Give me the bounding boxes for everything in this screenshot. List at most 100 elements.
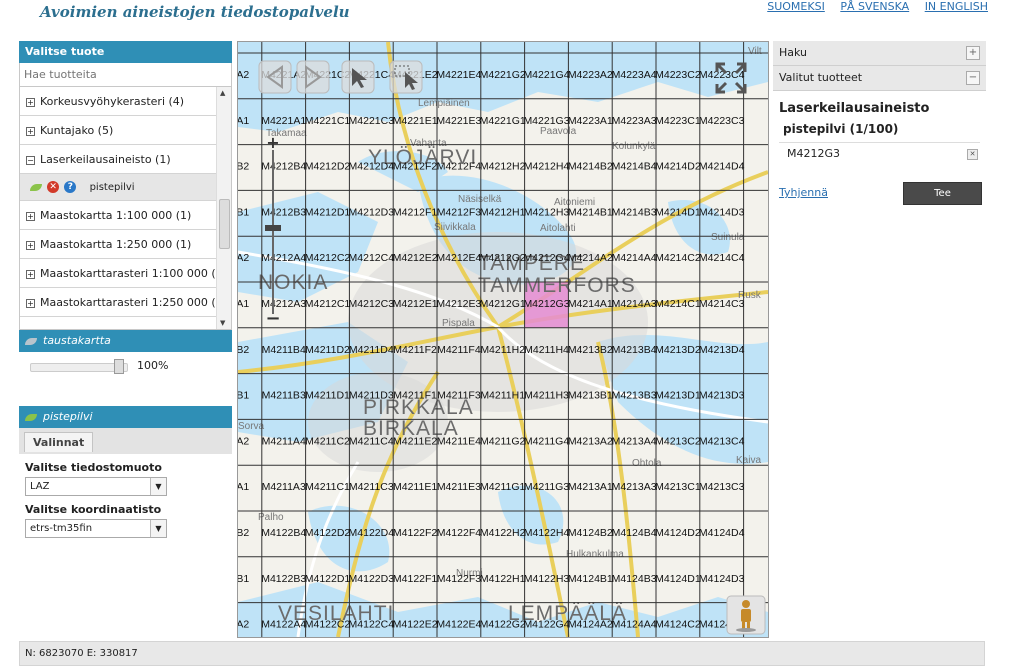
- map-tile-label: M4211E3: [437, 481, 481, 493]
- map-tile-label: M4122A4: [261, 619, 306, 631]
- map-tile-label: M4212F3: [437, 206, 482, 218]
- selected-products-header[interactable]: Valitut tuotteet −: [773, 66, 986, 91]
- background-map-header[interactable]: taustakartta: [19, 330, 232, 352]
- map-canvas[interactable]: YLÖJÄRVINOKIATAMPERETAMMERFORSPIRKKALABI…: [238, 42, 768, 637]
- map-tile-label: M4211E2: [393, 435, 437, 447]
- map-tile-label: M4211C4: [349, 435, 394, 447]
- product-search-box: [19, 63, 232, 87]
- map-tile-label: M4213A2: [568, 435, 613, 447]
- product-item-laserkeilausaineisto[interactable]: − Laserkeilausaineisto (1): [20, 145, 216, 174]
- map-tile-label: M4214C4: [699, 252, 745, 264]
- chevron-down-icon[interactable]: ▼: [150, 478, 166, 495]
- scroll-up-icon[interactable]: ▲: [220, 89, 225, 97]
- pointcloud-header[interactable]: pistepilvi: [19, 406, 232, 428]
- scroll-down-icon[interactable]: ▼: [220, 319, 225, 327]
- opacity-slider-handle[interactable]: [114, 359, 124, 374]
- leaf-icon: [30, 183, 42, 191]
- expand-icon[interactable]: +: [26, 211, 35, 221]
- map-tile-label: M4211D2: [305, 344, 350, 356]
- map-tile-label: M4223A2: [568, 69, 613, 81]
- layer-icon: [25, 337, 37, 345]
- map-tile-label: M4211D1: [305, 390, 350, 402]
- map-tile-label: M4212F1: [393, 206, 438, 218]
- expand-icon[interactable]: +: [26, 298, 35, 308]
- expand-icon[interactable]: +: [26, 126, 35, 136]
- expand-icon[interactable]: +: [26, 97, 35, 107]
- map-tile-label: M4122C2: [305, 619, 351, 631]
- map-tile-label: M4122D3: [349, 573, 395, 585]
- lang-english-link[interactable]: IN ENGLISH: [925, 0, 988, 13]
- chevron-down-icon[interactable]: ▼: [150, 520, 166, 537]
- map-tile-label: M4213B2: [568, 344, 613, 356]
- clear-selection-link[interactable]: Tyhjennä: [779, 186, 828, 199]
- map-tile-label: M4214D1: [655, 206, 701, 218]
- map-tile-label: M4211F2: [393, 344, 437, 356]
- map-tile-label: M4213D1: [655, 390, 701, 402]
- product-item-maastokarttarasteri-100k[interactable]: + Maastokarttarasteri 1:100 000 (1): [20, 259, 227, 288]
- expand-icon[interactable]: +: [26, 269, 35, 279]
- map-small-label: Suinula: [711, 232, 745, 243]
- map-tile-label: M4122F1: [393, 573, 438, 585]
- map-tile-label: M4122B3: [261, 573, 306, 585]
- map-tile-label: M4213D3: [699, 390, 745, 402]
- cursor-coordinates: N: 6823070 E: 330817: [25, 648, 138, 659]
- product-list-scrollbar[interactable]: ▲ ▼: [216, 87, 231, 329]
- selected-product-title: Laserkeilausaineisto: [779, 101, 930, 116]
- history-forward-icon[interactable]: [296, 60, 330, 94]
- collapse-icon[interactable]: −: [966, 71, 980, 85]
- crs-select[interactable]: etrs-tm35fin ▼: [25, 519, 167, 538]
- map-view[interactable]: YLÖJÄRVI NOKIA TAMPERE TAMMERFORS PIRKKALA BI…: [237, 41, 769, 638]
- expand-icon[interactable]: +: [26, 240, 35, 250]
- order-download-button[interactable]: Tee lataustilaus: [903, 182, 982, 220]
- search-section-header[interactable]: Haku +: [773, 41, 986, 66]
- help-icon[interactable]: ?: [64, 181, 77, 193]
- selected-tile-row: M4212G3 ✕: [779, 142, 980, 165]
- street-view-icon[interactable]: [726, 595, 766, 635]
- subitem-pistepilvi[interactable]: ✕ ? pistepilvi: [20, 174, 216, 201]
- map-tile-label: M4214A2: [568, 252, 613, 264]
- svg-text:+: +: [266, 136, 279, 152]
- tab-valinnat[interactable]: Valinnat: [24, 432, 94, 452]
- map-tile-label: M4223A4: [612, 69, 657, 81]
- remove-icon[interactable]: ✕: [967, 149, 978, 160]
- map-tile-label: M4212D1: [305, 206, 351, 218]
- map-tile-label: M4212F4: [437, 161, 482, 173]
- scroll-thumb[interactable]: [219, 199, 230, 249]
- remove-icon[interactable]: ✕: [47, 181, 60, 193]
- product-item-maastokartta-100k[interactable]: + Maastokartta 1:100 000 (1): [20, 201, 216, 230]
- expand-icon[interactable]: +: [966, 46, 980, 60]
- map-tile-label: M4211H1: [480, 390, 525, 402]
- map-tile-label: M4223C1: [655, 115, 701, 127]
- format-select[interactable]: LAZ ▼: [25, 477, 167, 496]
- area-select-tool-icon[interactable]: [389, 60, 423, 94]
- pointcloud-tabs: Valinnat: [19, 428, 232, 454]
- product-item-maastokarttarasteri-250k[interactable]: + Maastokarttarasteri 1:250 000 (1): [20, 288, 227, 317]
- fullscreen-icon[interactable]: [713, 60, 749, 96]
- map-small-label: Paavola: [540, 126, 577, 137]
- product-item-maastokartta-250k[interactable]: + Maastokartta 1:250 000 (1): [20, 230, 216, 259]
- map-tile-label: M4213B1: [568, 390, 613, 402]
- product-item-kuntajako[interactable]: + Kuntajako (5): [20, 116, 216, 145]
- map-tile-label: M4212D3: [349, 206, 395, 218]
- select-tool-icon[interactable]: [341, 60, 375, 94]
- map-tile-label: M4122H4: [524, 527, 570, 539]
- map-tile-label: 2B1: [238, 573, 249, 585]
- map-tile-label: M4124D1: [655, 573, 701, 585]
- lang-finnish-link[interactable]: SUOMEKSI: [767, 0, 825, 13]
- map-tile-label: M4214A3: [612, 298, 657, 310]
- map-tile-label: M4211G3: [524, 481, 569, 493]
- zoom-bar: + −: [265, 136, 281, 326]
- map-tile-label: M4214D4: [699, 161, 745, 173]
- map-tile-label: M4122F2: [393, 527, 438, 539]
- history-back-icon[interactable]: [258, 60, 292, 94]
- subitem-label: pistepilvi: [89, 182, 135, 193]
- map-tile-label: M4124A4: [612, 619, 657, 631]
- collapse-icon[interactable]: −: [26, 155, 35, 165]
- map-tile-label: M4213B4: [612, 344, 657, 356]
- map-tile-label: M4214B1: [568, 206, 613, 218]
- product-item-korkeusvyohykerasteri[interactable]: + Korkeusvyöhykerasteri (4): [20, 87, 216, 116]
- product-search-input[interactable]: [20, 63, 231, 85]
- map-tile-label: M4211D3: [349, 390, 394, 402]
- lang-swedish-link[interactable]: PÅ SVENSKA: [840, 0, 909, 13]
- map-tile-label: M4211B4: [262, 344, 306, 356]
